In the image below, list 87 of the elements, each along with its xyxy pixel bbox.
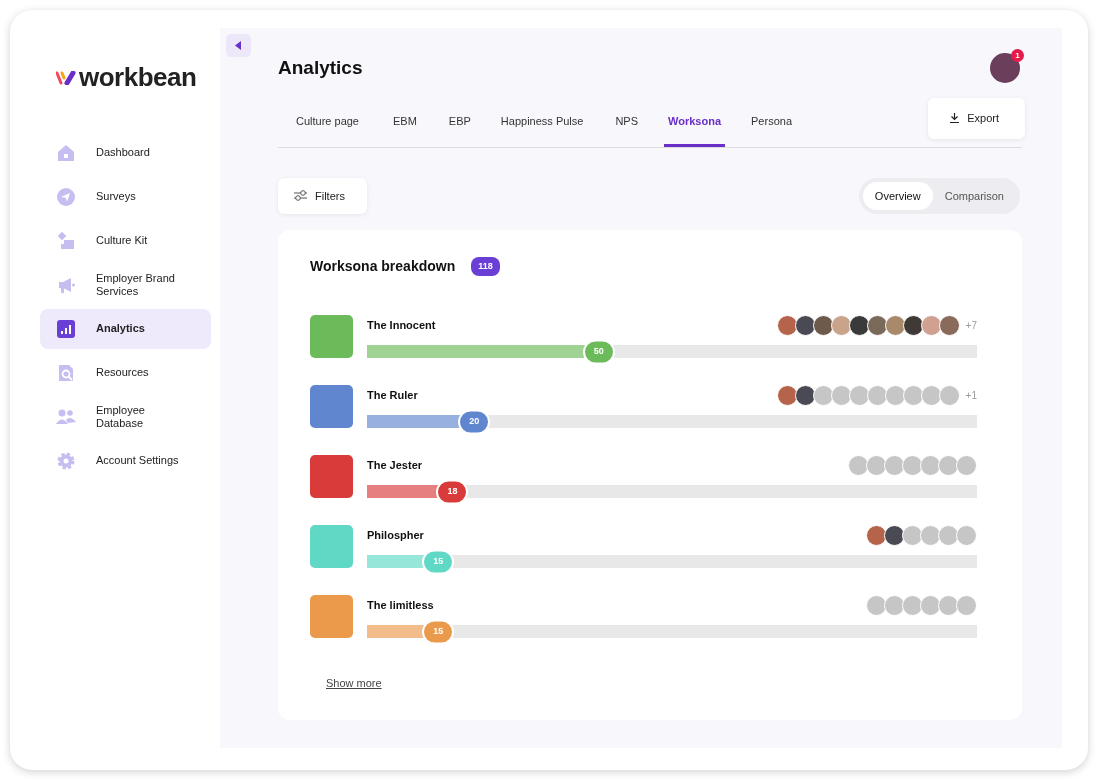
- member-avatar: [776, 384, 798, 406]
- member-avatar: [866, 524, 887, 546]
- member-avatar: [848, 314, 870, 336]
- persona-illustration: [310, 455, 353, 498]
- tab[interactable]: Persona: [747, 113, 796, 147]
- value-badge: 15: [422, 619, 455, 644]
- empty-avatar: [956, 454, 977, 476]
- value-badge: 50: [582, 339, 615, 364]
- persona-name: Philospher: [367, 527, 424, 543]
- sidebar-item[interactable]: Employer Brand Services: [40, 265, 211, 305]
- view-toggle-option[interactable]: Overview: [862, 181, 933, 210]
- member-avatar: [884, 524, 905, 546]
- member-avatar: [938, 314, 960, 336]
- tab[interactable]: Culture page: [292, 113, 363, 147]
- member-avatar: [920, 314, 942, 336]
- member-avatar: [902, 314, 924, 336]
- empty-avatar: [884, 454, 905, 476]
- sidebar-item[interactable]: Culture Kit: [40, 221, 211, 261]
- persona-name: The limitless: [367, 597, 434, 613]
- empty-avatar: [902, 594, 923, 616]
- persona-name: The Innocent: [367, 317, 436, 333]
- download-icon: [950, 113, 960, 124]
- send-icon: [56, 187, 76, 207]
- user-avatar[interactable]: [990, 53, 1020, 83]
- empty-avatar: [884, 594, 905, 616]
- sidebar-item[interactable]: Employee Database: [40, 397, 211, 437]
- empty-avatar: [956, 524, 977, 546]
- empty-avatar: [902, 524, 923, 546]
- tab[interactable]: Worksona: [664, 113, 726, 147]
- filter-icon: [294, 190, 307, 202]
- persona-illustration: [310, 385, 353, 428]
- notification-badge: 1: [1011, 49, 1024, 62]
- megaphone-icon: [56, 275, 76, 295]
- empty-avatar: [920, 454, 941, 476]
- sidebar-item[interactable]: Analytics: [40, 309, 211, 349]
- member-avatar: [812, 314, 834, 336]
- persona-illustration: [310, 315, 353, 358]
- member-avatar: [884, 314, 906, 336]
- sidebar-item[interactable]: Account Settings: [40, 441, 211, 481]
- count-badge: 118: [471, 256, 500, 277]
- view-toggle-option[interactable]: Comparison: [932, 181, 1016, 210]
- value-badge: 15: [422, 549, 455, 574]
- show-more-link[interactable]: Show more: [326, 675, 382, 692]
- sidebar-item[interactable]: Dashboard: [40, 133, 211, 173]
- caret-left-icon: [234, 41, 243, 50]
- document-search-icon: [56, 363, 76, 383]
- empty-avatar: [866, 454, 887, 476]
- sidebar-item[interactable]: Surveys: [40, 177, 211, 217]
- more-count: +7: [965, 318, 977, 333]
- people-icon: [56, 407, 76, 427]
- settings-icon: [56, 451, 76, 471]
- persona-illustration: [310, 525, 353, 568]
- member-avatar: [794, 384, 816, 406]
- page-title: Analytics: [278, 56, 363, 80]
- empty-avatar: [938, 454, 959, 476]
- empty-avatar: [956, 594, 977, 616]
- empty-avatar: [848, 454, 869, 476]
- persona-name: The Ruler: [367, 387, 418, 403]
- tab[interactable]: EBM: [389, 113, 421, 147]
- tab[interactable]: NPS: [611, 113, 643, 147]
- tab[interactable]: Happiness Pulse: [496, 113, 588, 147]
- member-avatar: [794, 314, 816, 336]
- logo-icon: [56, 70, 76, 85]
- empty-avatar: [902, 454, 923, 476]
- bar-chart-icon: [56, 319, 76, 339]
- collapse-button[interactable]: [226, 34, 251, 57]
- home-icon: [56, 143, 76, 163]
- shapes-icon: [56, 231, 76, 251]
- empty-avatar: [866, 594, 887, 616]
- persona-illustration: [310, 595, 353, 638]
- member-avatar: [830, 314, 852, 336]
- filters-button[interactable]: Filters: [278, 177, 367, 214]
- sidebar-item[interactable]: Resources: [40, 353, 211, 393]
- logo-text: workbean: [79, 61, 197, 94]
- tab[interactable]: EBP: [444, 113, 475, 147]
- empty-avatar: [920, 594, 941, 616]
- value-badge: 20: [458, 409, 491, 434]
- empty-avatar: [938, 524, 959, 546]
- empty-avatar: [920, 524, 941, 546]
- empty-avatar: [938, 594, 959, 616]
- member-avatar: [866, 314, 888, 336]
- persona-name: The Jester: [367, 457, 423, 473]
- card-title: Worksona breakdown: [310, 257, 456, 276]
- more-count: +1: [965, 388, 977, 403]
- value-badge: 18: [436, 479, 469, 504]
- member-avatar: [776, 314, 798, 336]
- export-button[interactable]: Export: [928, 98, 1025, 139]
